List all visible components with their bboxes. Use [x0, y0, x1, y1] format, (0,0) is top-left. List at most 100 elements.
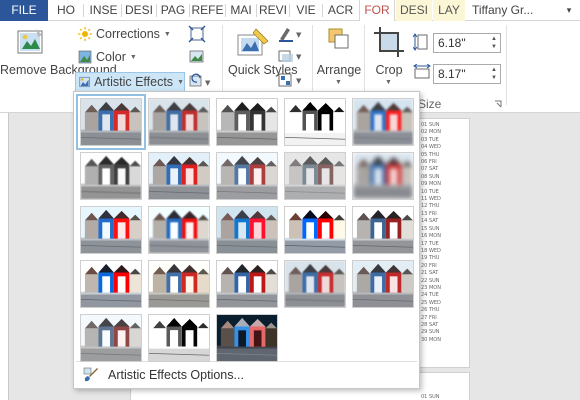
artistic-effect-thumbnail[interactable] [216, 98, 278, 146]
tab-file[interactable]: FILE [0, 0, 48, 21]
arrange-button[interactable]: Arrange ▼ [316, 21, 362, 96]
chevron-down-icon: ▼ [163, 30, 171, 38]
calendar-day: 14 SAT [421, 218, 439, 225]
tab-table-layout[interactable]: LAY [433, 0, 465, 21]
calendar-day: 08 SUN [421, 173, 440, 180]
artistic-effect-thumbnail[interactable] [216, 206, 278, 254]
compress-pictures-icon[interactable] [188, 25, 206, 43]
tab-design[interactable]: DESI [123, 0, 155, 21]
calendar-day: 06 FRI [421, 159, 437, 166]
artistic-effect-thumbnail[interactable] [80, 206, 142, 254]
size-dialog-launcher-icon[interactable] [494, 100, 502, 108]
artistic-effect-thumbnail[interactable] [352, 98, 414, 146]
tab-references[interactable]: REFE [191, 0, 224, 21]
shape-height-icon [413, 33, 428, 51]
artistic-effects-gallery: Artistic Effects Options... [73, 91, 420, 389]
artistic-effect-thumbnail[interactable] [148, 152, 210, 200]
calendar-day: 11 WED [421, 196, 441, 203]
calendar-day: 12 THU [421, 203, 440, 210]
artistic-effect-thumbnail[interactable] [148, 98, 210, 146]
width-field[interactable]: 8.17" ▲ ▼ [433, 64, 501, 84]
corrections-button[interactable]: Corrections ▼ [78, 27, 171, 41]
height-spinner-icon[interactable]: ▲ ▼ [489, 35, 499, 51]
calendar-day: 04 WED [421, 144, 441, 151]
picture-border-icon[interactable]: ▼ [277, 26, 305, 42]
tab-page-layout[interactable]: PAG [158, 0, 188, 21]
calendar-day: 02 MON [421, 129, 441, 136]
artistic-effect-thumbnail[interactable] [148, 260, 210, 308]
artistic-effects-label: Artistic Effects [94, 75, 174, 89]
calendar-day: 19 THU [421, 255, 440, 262]
calendar-day: 10 TUE [421, 188, 439, 195]
artistic-effect-thumbnail[interactable] [284, 206, 346, 254]
remove-background-icon [17, 29, 43, 54]
artistic-effects-options-label: Artistic Effects Options... [108, 368, 244, 382]
width-value: 8.17" [438, 67, 466, 81]
sun-icon [78, 27, 92, 41]
calendar-day: 23 MON [421, 284, 441, 291]
calendar-day: 20 FRI [421, 262, 437, 269]
tab-table-design[interactable]: DESI [396, 0, 432, 21]
crop-icon [374, 27, 404, 57]
tab-separator [256, 4, 257, 17]
svg-text:▼: ▼ [205, 79, 211, 87]
calendar-day: 13 FRI [421, 210, 437, 217]
artistic-effect-thumbnail[interactable] [216, 152, 278, 200]
calendar-next-entry: 01 SUN [421, 394, 440, 400]
quick-styles-button[interactable]: Quick Styles [228, 21, 297, 96]
remove-background-button[interactable]: Remove Background [0, 21, 117, 93]
tab-separator [225, 4, 226, 17]
user-account[interactable]: Tiffany Gr... [472, 0, 557, 21]
chevron-down-icon: ▼ [385, 79, 392, 86]
height-field[interactable]: 6.18" ▲ ▼ [433, 33, 501, 53]
chevron-down-icon: ▼ [335, 79, 342, 86]
calendar-day: 25 WED [421, 299, 441, 306]
ribbon-tab-bar: FILE HO INSE DESI PAG REFE MAI REVI VIE … [0, 0, 580, 22]
tab-acrobat[interactable]: ACR [324, 0, 357, 21]
tab-mailings[interactable]: MAI [227, 0, 255, 21]
artistic-effect-thumbnail[interactable] [80, 314, 142, 362]
crop-button[interactable]: Crop ▼ [368, 21, 410, 96]
tab-review[interactable]: REVI [258, 0, 288, 21]
artistic-effect-thumbnail[interactable] [80, 152, 142, 200]
artistic-effect-thumbnail[interactable] [148, 206, 210, 254]
tab-insert[interactable]: INSE [86, 0, 121, 21]
tab-separator [83, 4, 84, 17]
svg-text:▼: ▼ [296, 77, 302, 85]
calendar-day: 05 THU [421, 151, 440, 158]
tab-home[interactable]: HO [53, 0, 79, 21]
chevron-down-icon: ▼ [129, 53, 137, 61]
artistic-effect-thumbnail[interactable] [352, 260, 414, 308]
calendar-day: 21 SAT [421, 270, 439, 277]
reset-picture-icon[interactable]: ▼ [188, 73, 214, 89]
artistic-effect-thumbnail[interactable] [76, 94, 146, 150]
tab-view[interactable]: VIE [291, 0, 321, 21]
artistic-effects-options-item[interactable]: Artistic Effects Options... [76, 364, 417, 386]
artistic-effect-thumbnail[interactable] [284, 260, 346, 308]
tab-separator [322, 4, 323, 17]
picture-effects-icon[interactable]: ▼ [277, 48, 305, 64]
artistic-effect-thumbnail[interactable] [352, 152, 414, 200]
tab-separator [121, 4, 122, 17]
artistic-effect-thumbnail[interactable] [284, 152, 346, 200]
change-picture-icon[interactable] [188, 48, 206, 66]
picture-layout-icon[interactable]: ▼ [277, 72, 305, 88]
chevron-down-icon: ▼ [177, 78, 184, 86]
paintbrush-icon [83, 367, 98, 382]
artistic-effect-thumbnail[interactable] [284, 98, 346, 146]
artistic-effect-thumbnail[interactable] [148, 314, 210, 362]
artistic-effect-thumbnail[interactable] [216, 260, 278, 308]
calendar-day: 09 MON [421, 181, 441, 188]
artistic-effect-thumbnail[interactable] [80, 260, 142, 308]
calendar-day: 24 TUE [421, 292, 439, 299]
remove-background-label: Remove Background [0, 63, 117, 77]
calendar-list: 01 SUN 02 MON 03 TUE 04 WED 05 THU 06 FRI 07 S… [421, 122, 451, 344]
artistic-effect-thumbnail[interactable] [216, 314, 278, 362]
artistic-effects-button[interactable]: Artistic Effects ▼ [75, 72, 185, 92]
width-spinner-icon[interactable]: ▲ ▼ [489, 66, 499, 82]
user-account-caret-icon[interactable]: ▾ [558, 0, 580, 21]
color-button[interactable]: Color ▼ [78, 50, 137, 64]
artistic-effect-thumbnail[interactable] [352, 206, 414, 254]
tab-format[interactable]: FOR [359, 0, 395, 22]
tab-separator [189, 4, 190, 17]
